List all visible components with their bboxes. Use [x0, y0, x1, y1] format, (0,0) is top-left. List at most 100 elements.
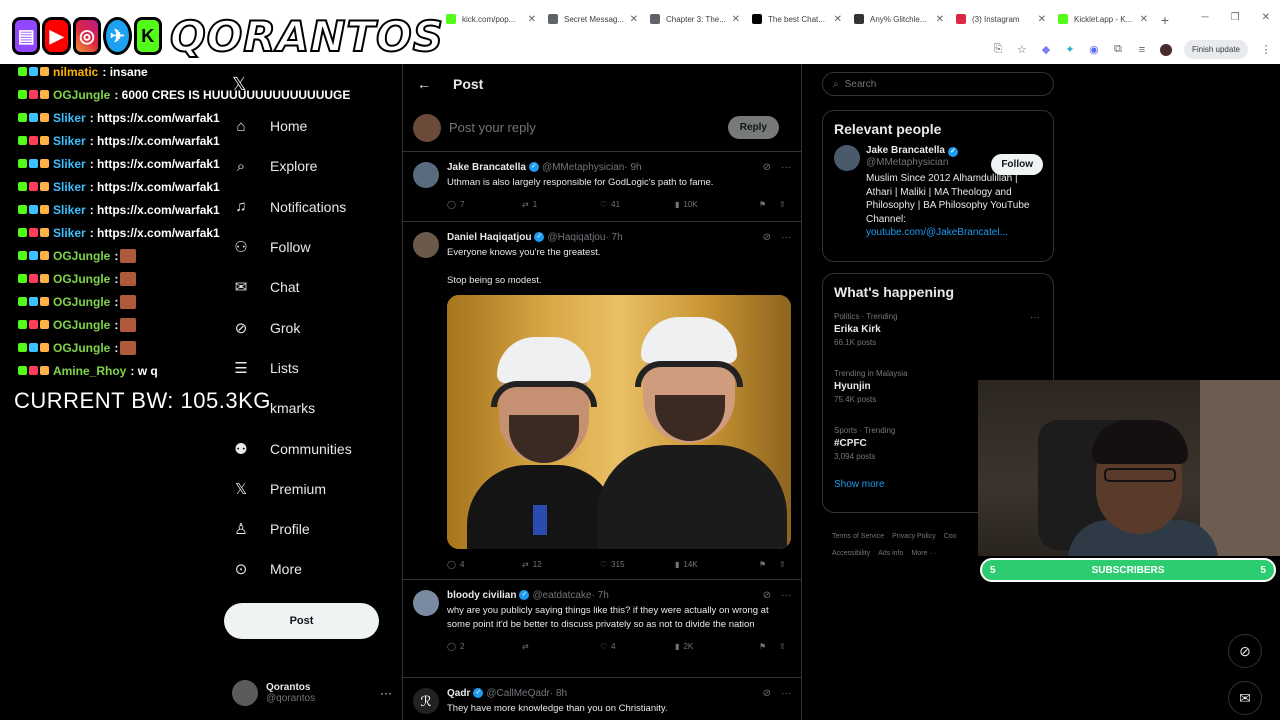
browser-tab[interactable]: Kicklet.app - K... ✕	[1052, 8, 1154, 30]
tab-close-icon[interactable]: ✕	[936, 14, 944, 25]
reading-list-icon[interactable]: ≡	[1136, 44, 1148, 56]
avatar[interactable]	[413, 590, 439, 616]
reply-action[interactable]: ◯ 7	[447, 200, 522, 209]
account-switcher[interactable]: Qorantos @qorantos ···	[232, 680, 392, 706]
author-name[interactable]: Daniel Haqiqatjou	[447, 232, 531, 243]
like-action[interactable]: ♡ 41	[600, 200, 675, 209]
more-icon[interactable]: ···	[781, 688, 791, 699]
footer-link[interactable]: Terms of Service	[832, 533, 884, 540]
grok-button[interactable]: ⊘	[1228, 634, 1262, 668]
views-action[interactable]: ▮ 14K	[675, 560, 759, 569]
tweet[interactable]: bloody civilian ✓ @eatdatcake · 7h ⊘ ··· …	[403, 580, 801, 678]
repost-action[interactable]: ⇄	[522, 642, 600, 651]
timestamp[interactable]: · 7h	[592, 590, 609, 601]
back-arrow-icon[interactable]: ←	[417, 76, 453, 92]
author-handle[interactable]: @eatdatcake	[532, 590, 591, 601]
tab-close-icon[interactable]: ✕	[1038, 14, 1046, 25]
browser-tab[interactable]: Any% Glitchle... ✕	[848, 8, 950, 30]
reply-action[interactable]: ◯ 2	[447, 642, 522, 651]
messages-button[interactable]: ✉	[1228, 681, 1262, 715]
author-handle[interactable]: @MMetaphysician	[542, 162, 624, 173]
more-icon[interactable]: ···	[781, 162, 791, 173]
footer-link[interactable]: Accessibility	[832, 550, 870, 557]
grok-icon[interactable]: ⊘	[763, 162, 771, 173]
extension-icon[interactable]: ◆	[1040, 44, 1052, 56]
browser-tab[interactable]: The best Chat... ✕	[746, 8, 848, 30]
more-icon[interactable]: ···	[781, 590, 791, 601]
repost-action[interactable]: ⇄ 1	[522, 200, 600, 209]
tab-close-icon[interactable]: ✕	[528, 14, 536, 25]
sidebar-item-premium[interactable]: 𝕏 Premium	[224, 469, 394, 509]
avatar[interactable]: ℛ	[413, 688, 439, 714]
browser-tab[interactable]: kick.com/pop... ✕	[440, 8, 542, 30]
author-name[interactable]: Qadr	[447, 688, 470, 699]
tweet[interactable]: Jake Brancatella ✓ @MMetaphysician · 9h …	[403, 152, 801, 222]
tab-close-icon[interactable]: ✕	[732, 14, 740, 25]
author-name[interactable]: Jake Brancatella	[447, 162, 526, 173]
follow-button[interactable]: Follow	[991, 154, 1043, 175]
author-handle[interactable]: @CallMeQadr	[486, 688, 550, 699]
author-handle[interactable]: @Haqiqatjou	[547, 232, 605, 243]
avatar[interactable]	[834, 145, 860, 171]
grok-icon[interactable]: ⊘	[763, 232, 771, 243]
grok-icon[interactable]: ⊘	[763, 590, 771, 601]
footer-link[interactable]: More ···	[911, 550, 936, 557]
search-bar[interactable]: ⌕	[822, 72, 1054, 96]
views-action[interactable]: ▮ 10K	[675, 200, 759, 209]
tweet[interactable]: ℛ Qadr ✓ @CallMeQadr · 8h ⊘ ··· They have…	[403, 678, 801, 720]
browser-tab[interactable]: (3) Instagram ✕	[950, 8, 1052, 30]
timestamp[interactable]: · 8h	[550, 688, 567, 699]
bio-link[interactable]: youtube.com/@JakeBrancatel...	[866, 227, 1008, 238]
trend-item[interactable]: Politics · Trending Erika Kirk 66.1K pos…	[834, 308, 1042, 365]
tab-close-icon[interactable]: ✕	[630, 14, 638, 25]
tab-close-icon[interactable]: ✕	[834, 14, 842, 25]
avatar[interactable]	[413, 162, 439, 188]
share-icon[interactable]: ⇪	[779, 642, 786, 651]
sidebar-item-communities[interactable]: ⚉ Communities	[224, 428, 394, 468]
repost-action[interactable]: ⇄ 12	[522, 560, 600, 569]
footer-link[interactable]: Ads info	[878, 550, 903, 557]
reply-action[interactable]: ◯ 4	[447, 560, 522, 569]
reply-button[interactable]: Reply	[727, 116, 779, 139]
like-action[interactable]: ♡ 315	[600, 560, 675, 569]
extension-icon[interactable]: ✦	[1064, 44, 1076, 56]
sidebar-item-more[interactable]: ⊙ More	[224, 549, 394, 589]
browser-tab[interactable]: Secret Messag... ✕	[542, 8, 644, 30]
minimize-icon[interactable]: ─	[1202, 12, 1209, 23]
close-window-icon[interactable]: ✕	[1262, 12, 1270, 23]
star-icon[interactable]: ☆	[1016, 44, 1028, 56]
finish-update-button[interactable]: Finish update	[1183, 40, 1248, 59]
avatar[interactable]	[413, 232, 439, 258]
sidebar-item-profile[interactable]: ♙ Profile	[224, 509, 394, 549]
tweet-image[interactable]	[447, 295, 791, 549]
install-icon[interactable]: ⎘	[992, 43, 1004, 56]
tweet[interactable]: Daniel Haqiqatjou ✓ @Haqiqatjou · 7h ⊘ ··…	[403, 222, 801, 580]
new-tab-icon[interactable]: +	[1154, 8, 1176, 32]
bookmark-icon[interactable]: ⚑	[759, 642, 779, 651]
share-icon[interactable]: ⇪	[779, 200, 786, 209]
puzzle-icon[interactable]: ⧉	[1112, 43, 1124, 56]
like-action[interactable]: ♡ 4	[600, 642, 675, 651]
profile-avatar[interactable]	[1159, 43, 1172, 56]
bookmark-icon[interactable]: ⚑	[759, 560, 779, 569]
grok-icon[interactable]: ⊘	[763, 688, 771, 699]
tab-close-icon[interactable]: ✕	[1140, 14, 1148, 25]
reply-input[interactable]	[449, 120, 728, 135]
author-name[interactable]: bloody civilian	[447, 590, 516, 601]
more-icon[interactable]: ···	[380, 686, 392, 700]
timestamp[interactable]: · 9h	[624, 162, 641, 173]
search-input[interactable]	[844, 78, 1053, 90]
kebab-menu-icon[interactable]: ⋮	[1260, 44, 1272, 56]
bookmark-icon[interactable]: ⚑	[759, 200, 779, 209]
share-icon[interactable]: ⇪	[779, 560, 786, 569]
timestamp[interactable]: · 7h	[605, 232, 622, 243]
footer-link[interactable]: Privacy Policy	[892, 533, 936, 540]
restore-icon[interactable]: ❐	[1231, 12, 1240, 23]
more-icon[interactable]: ···	[1030, 312, 1040, 323]
browser-tab[interactable]: Chapter 3: The... ✕	[644, 8, 746, 30]
more-icon[interactable]: ···	[781, 232, 791, 243]
views-action[interactable]: ▮ 2K	[675, 642, 759, 651]
footer-link[interactable]: Coo	[944, 533, 957, 540]
post-button[interactable]: Post	[224, 603, 379, 639]
extension-icon[interactable]: ◉	[1088, 44, 1100, 56]
